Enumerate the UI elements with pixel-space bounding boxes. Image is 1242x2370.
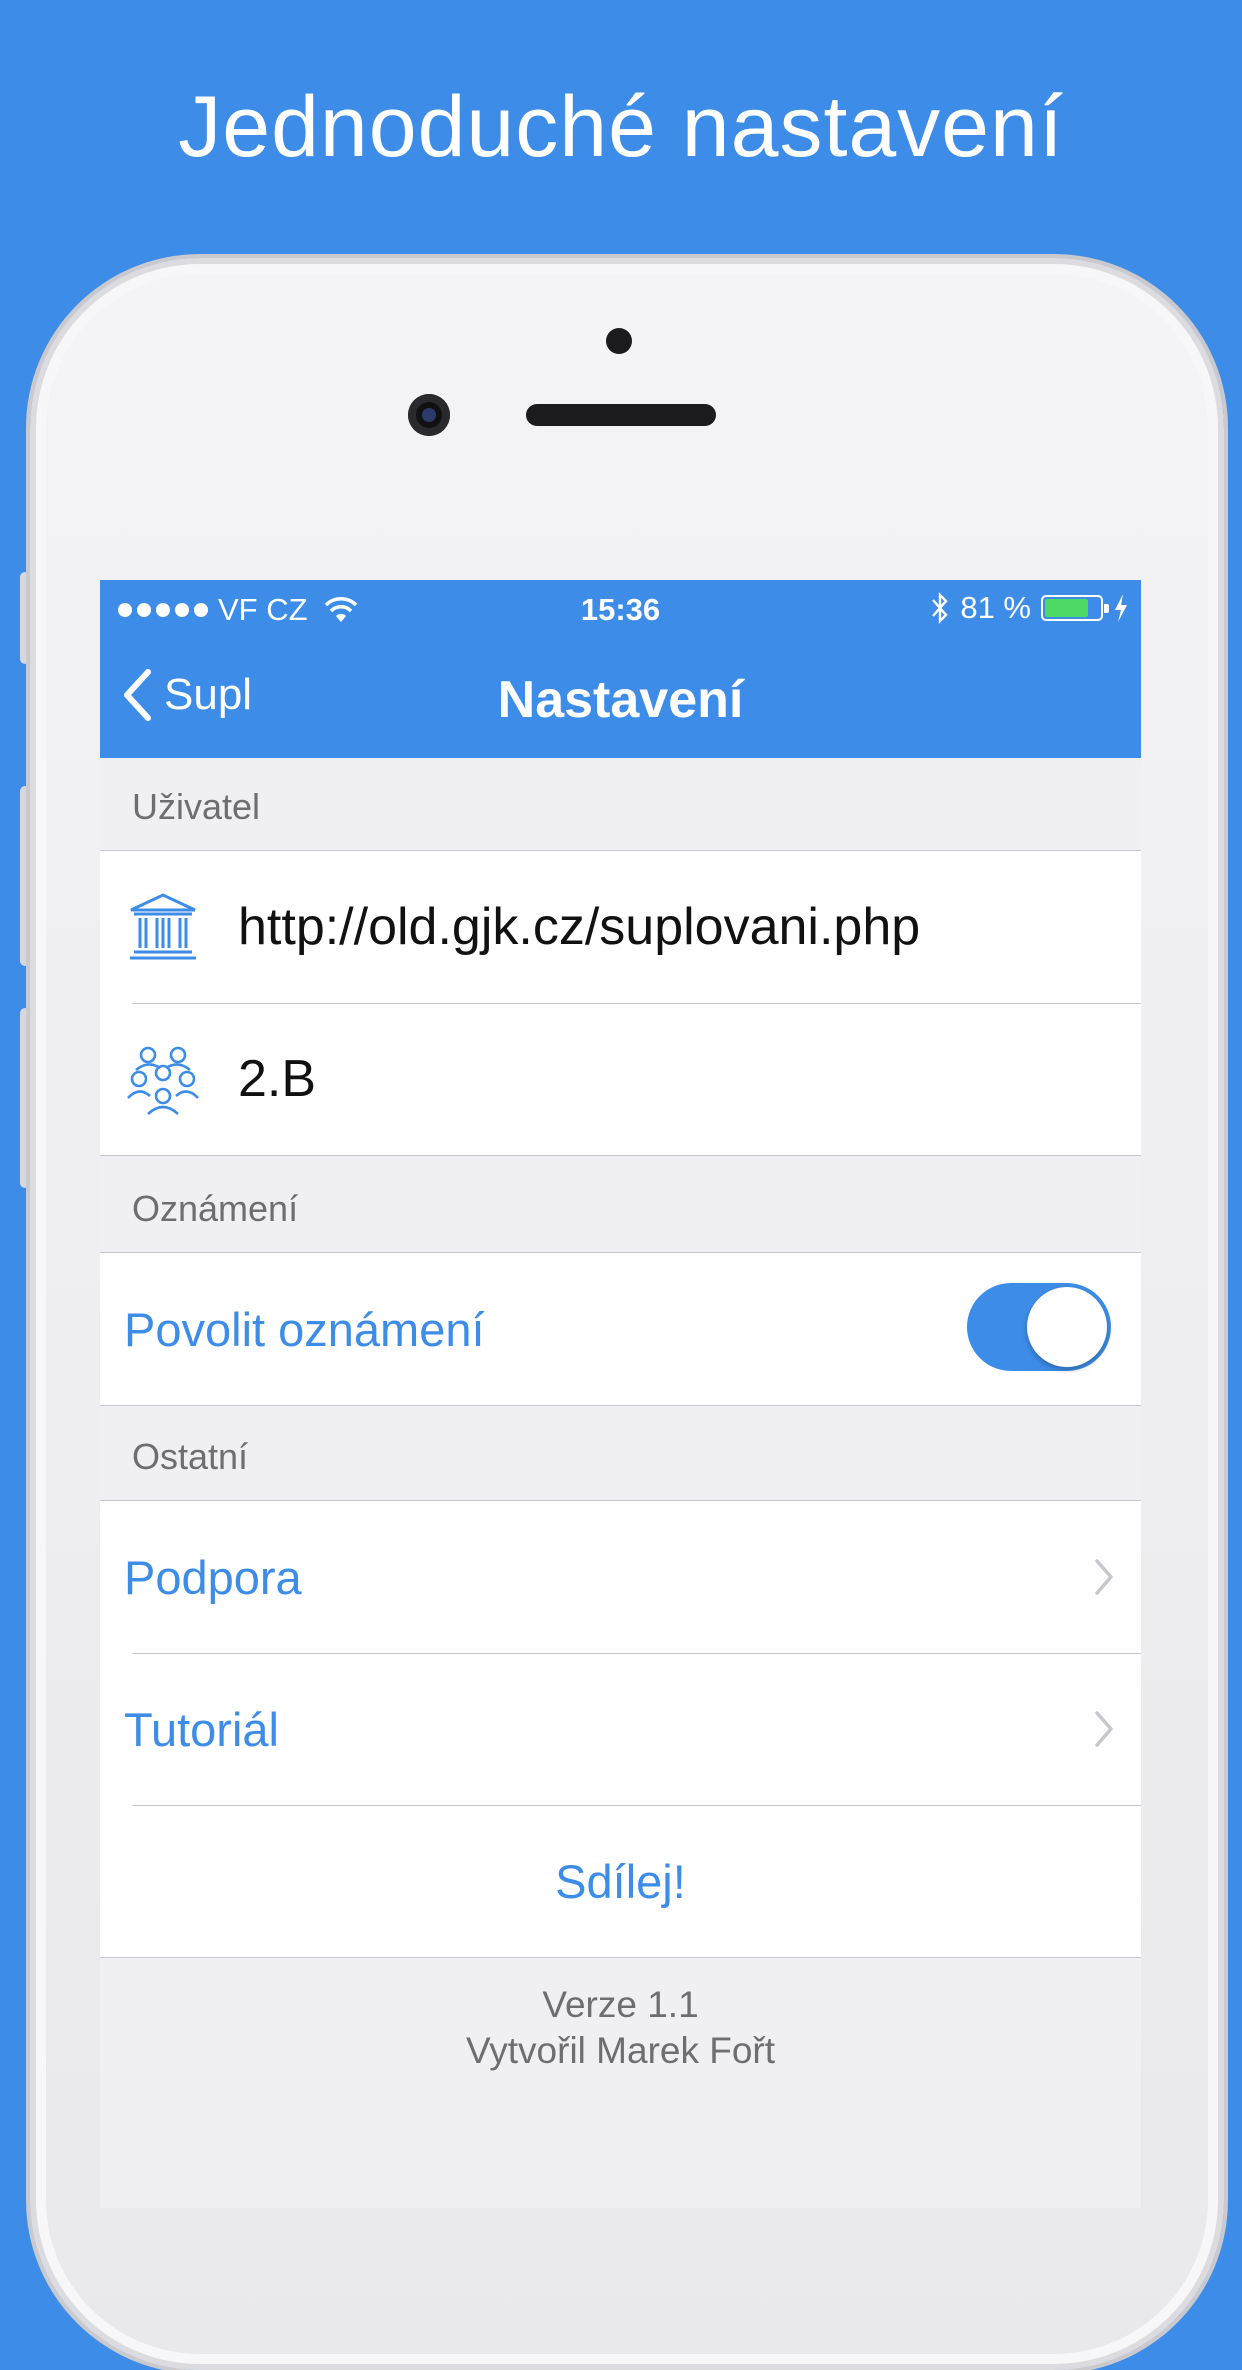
notifications-group: Povolit oznámení (100, 1252, 1141, 1406)
volume-down-button (20, 1008, 30, 1188)
class-value: 2.B (238, 1050, 317, 1108)
mute-switch (20, 572, 30, 664)
app-screen: VF CZ 15:36 81 % Supl Nastavení Uživatel… (100, 580, 1141, 2208)
support-label: Podpora (124, 1550, 302, 1604)
bluetooth-icon (932, 592, 948, 624)
allow-notifications-toggle[interactable] (967, 1283, 1111, 1371)
earpiece-speaker (526, 404, 716, 426)
tutorial-row[interactable]: Tutoriál (100, 1653, 1141, 1805)
navigation-bar: Supl Nastavení (100, 638, 1141, 758)
school-url-row[interactable]: http://old.gjk.cz/suplovani.php (100, 851, 1141, 1003)
section-header-user: Uživatel (132, 786, 261, 827)
institution-icon (130, 893, 196, 960)
user-group: http://old.gjk.cz/suplovani.php 2.B (100, 850, 1141, 1156)
battery-level (1045, 599, 1088, 617)
page-title: Nastavení (497, 671, 744, 729)
front-camera (408, 394, 450, 436)
chevron-right-icon (1095, 1711, 1113, 1747)
battery-percentage: 81 % (960, 590, 1031, 625)
school-url-value: http://old.gjk.cz/suplovani.php (238, 898, 921, 956)
group-icon (127, 1046, 199, 1115)
version-text: Verze 1.1 (542, 1984, 699, 2025)
charging-icon (1115, 594, 1127, 622)
class-row[interactable]: 2.B (100, 1003, 1141, 1155)
app-footer: Verze 1.1 Vytvořil Marek Fořt (100, 1982, 1141, 2074)
share-button[interactable]: Sdílej! (555, 1854, 686, 1909)
share-row[interactable]: Sdílej! (100, 1805, 1141, 1957)
section-header-notifications: Oznámení (132, 1188, 299, 1229)
other-group: Podpora Tutoriál Sdílej! (100, 1500, 1141, 1958)
allow-notifications-row: Povolit oznámení (100, 1253, 1141, 1405)
battery-icon (1041, 595, 1109, 621)
volume-up-button (20, 786, 30, 966)
author-text: Vytvořil Marek Fořt (465, 2030, 776, 2071)
status-right: 81 % (930, 590, 1129, 626)
toggle-knob (1027, 1287, 1107, 1367)
proximity-sensor (606, 328, 632, 354)
promo-headline: Jednoduché nastavení (178, 79, 1064, 175)
chevron-right-icon (1095, 1559, 1113, 1595)
status-bar: VF CZ 15:36 81 % (100, 580, 1141, 638)
support-row[interactable]: Podpora (100, 1501, 1141, 1653)
tutorial-label: Tutoriál (124, 1702, 279, 1756)
allow-notifications-label: Povolit oznámení (124, 1302, 485, 1356)
section-header-other: Ostatní (132, 1436, 249, 1477)
